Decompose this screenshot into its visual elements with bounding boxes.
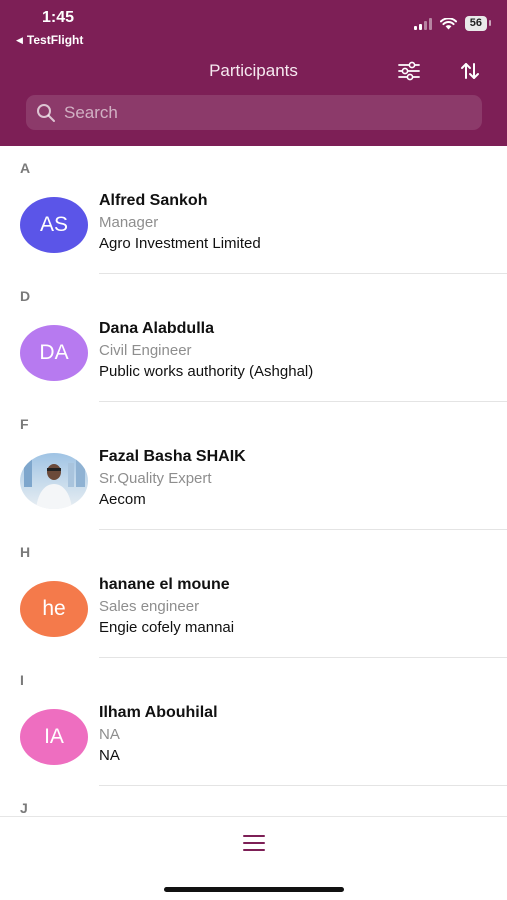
hamburger-menu-icon[interactable] <box>243 833 265 853</box>
back-app-label: TestFlight <box>26 33 84 47</box>
filter-button[interactable] <box>396 58 422 84</box>
battery-indicator: 56 <box>464 16 492 31</box>
section-header-i: I <box>20 672 24 688</box>
search-input[interactable] <box>64 102 464 123</box>
participant-role: NA <box>99 726 120 743</box>
avatar: AS <box>20 197 88 253</box>
avatar-initials: AS <box>39 213 68 236</box>
avatar: DA <box>20 325 88 381</box>
back-to-app-link[interactable]: ◀ TestFlight <box>16 33 83 47</box>
participant-info: Alfred Sankoh Manager Agro Investment Li… <box>99 188 507 274</box>
participant-role: Manager <box>99 214 159 231</box>
section-header-h: H <box>20 544 31 560</box>
participant-name: Dana Alabdulla <box>99 320 214 337</box>
participant-name: Ilham Abouhilal <box>99 704 218 721</box>
participant-info: Ilham Abouhilal NA NA <box>99 700 507 786</box>
participant-info: hanane el moune Sales engineer Engie cof… <box>99 572 507 658</box>
participant-company: Aecom <box>99 491 146 508</box>
participant-role: Sales engineer <box>99 598 200 615</box>
participant-name: hanane el moune <box>99 576 230 593</box>
status-indicators: 56 <box>413 16 492 31</box>
avatar-initials: DA <box>39 341 69 364</box>
participant-role: Civil Engineer <box>99 342 192 359</box>
section-header-f: F <box>20 416 29 432</box>
avatar: he <box>20 581 88 637</box>
avatar-photo <box>20 453 88 509</box>
home-indicator[interactable] <box>164 887 344 892</box>
participant-row[interactable]: AS Alfred Sankoh Manager Agro Investment… <box>0 188 507 274</box>
section-header-j: J <box>20 800 28 816</box>
sort-arrows-icon <box>461 63 479 79</box>
wifi-icon <box>439 17 457 29</box>
bottom-bar <box>0 816 507 900</box>
profile-photo <box>20 453 88 509</box>
sort-button[interactable] <box>457 58 483 84</box>
page-title: Participants <box>209 61 298 80</box>
avatar: IA <box>20 709 88 765</box>
search-icon <box>37 103 55 122</box>
back-triangle-icon: ◀ <box>16 34 23 45</box>
participant-company: Public works authority (Ashghal) <box>99 363 314 380</box>
participant-row[interactable]: IA Ilham Abouhilal NA NA <box>0 700 507 786</box>
avatar-initials: he <box>42 597 66 620</box>
search-bar[interactable] <box>26 95 482 130</box>
avatar-initials: IA <box>44 725 64 748</box>
participant-info: Fazal Basha SHAIK Sr.Quality Expert Aeco… <box>99 444 507 530</box>
participant-info: Dana Alabdulla Civil Engineer Public wor… <box>99 316 507 402</box>
participant-row[interactable]: Fazal Basha SHAIK Sr.Quality Expert Aeco… <box>0 444 507 530</box>
participant-row[interactable]: he hanane el moune Sales engineer Engie … <box>0 572 507 658</box>
participant-name: Alfred Sankoh <box>99 192 208 209</box>
section-header-a: A <box>20 160 31 176</box>
header: 1:45 ◀ TestFlight 56 Participants <box>0 0 507 146</box>
participant-company: Engie cofely mannai <box>99 619 235 636</box>
participant-company: NA <box>99 747 120 764</box>
sliders-icon <box>398 61 420 81</box>
participant-company: Agro Investment Limited <box>99 235 261 252</box>
participant-role: Sr.Quality Expert <box>99 470 212 487</box>
cellular-signal-icon <box>413 17 432 30</box>
participants-list[interactable]: A AS Alfred Sankoh Manager Agro Investme… <box>0 146 507 816</box>
participant-name: Fazal Basha SHAIK <box>99 448 246 465</box>
section-header-d: D <box>20 288 31 304</box>
participant-row[interactable]: DA Dana Alabdulla Civil Engineer Public … <box>0 316 507 402</box>
status-time: 1:45 <box>42 9 75 26</box>
